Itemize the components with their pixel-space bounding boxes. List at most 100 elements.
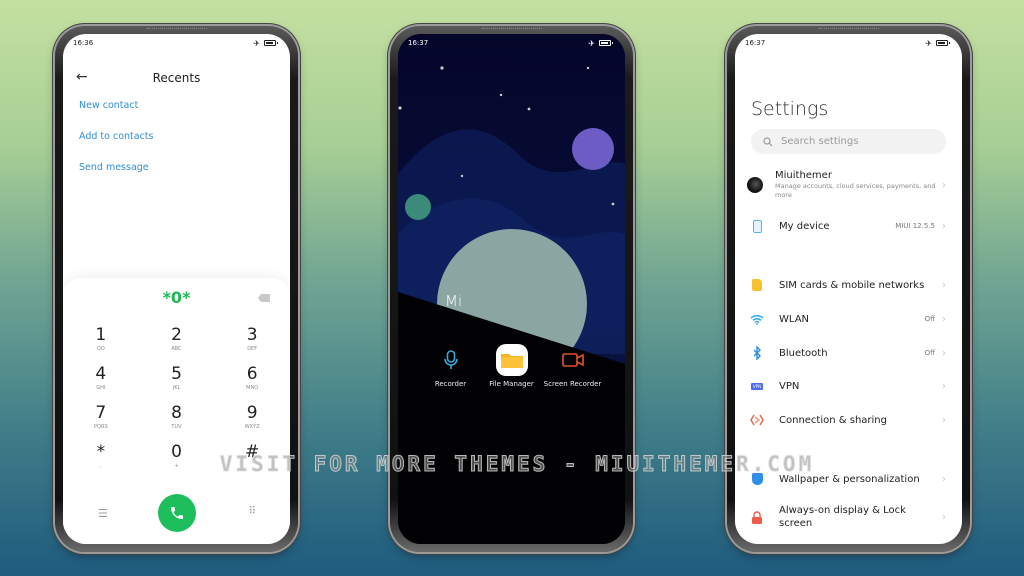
settings-vpn[interactable]: VPN VPN ›	[735, 378, 962, 394]
settings-always-on-display[interactable]: Always-on display & Lock screen ›	[735, 504, 962, 530]
chevron-right-icon: ›	[942, 380, 946, 392]
bluetooth-icon	[749, 345, 765, 361]
key-letters: +	[174, 463, 179, 469]
speaker-grille	[481, 28, 542, 30]
chevron-right-icon: ›	[942, 279, 946, 291]
airplane-mode-icon: ✈	[253, 38, 260, 48]
vpn-icon: VPN	[749, 378, 765, 394]
setting-label: Wallpaper & personalization	[779, 473, 920, 485]
airplane-mode-icon: ✈	[588, 38, 595, 48]
settings-my-device[interactable]: My device MIUI 12.5.5 ›	[735, 218, 962, 234]
quick-app-label: File Manager	[489, 380, 534, 388]
dial-key-2[interactable]: 2 ABC	[139, 326, 215, 352]
star	[586, 66, 590, 70]
speaker-grille	[146, 28, 207, 30]
call-button[interactable]	[157, 494, 196, 532]
key-digit: 4	[95, 364, 107, 384]
settings-wallpaper[interactable]: Wallpaper & personalization ›	[735, 471, 962, 487]
setting-value: MIUI 12.5.5	[895, 222, 935, 230]
status-bar: 16:37 ✈	[735, 34, 962, 52]
quick-app-label: Screen Recorder	[543, 380, 602, 388]
dial-key-4[interactable]: 4 GHI	[63, 365, 139, 391]
quick-app-recorder[interactable]: Recorder	[421, 344, 481, 389]
status-time: 16:37	[408, 39, 429, 47]
send-message-link[interactable]: Send message	[79, 162, 149, 173]
settings-wlan[interactable]: WLAN Off ›	[735, 311, 962, 327]
status-bar: 16:37 ✈	[398, 34, 625, 52]
sim-card-icon	[749, 277, 765, 293]
key-digit: 6	[246, 364, 258, 384]
settings-sim-cards[interactable]: SIM cards & mobile networks ›	[735, 277, 962, 293]
planet-purple	[572, 128, 614, 170]
menu-icon[interactable]: ☰	[98, 507, 108, 520]
avatar	[747, 177, 763, 193]
star	[527, 107, 531, 111]
settings-bluetooth[interactable]: Bluetooth Off ›	[735, 345, 962, 361]
setting-label: Connection & sharing	[779, 414, 887, 426]
key-letters: MNO	[246, 385, 259, 391]
key-digit: 9	[246, 403, 258, 423]
search-input[interactable]: Search settings	[751, 129, 946, 154]
folder-icon	[495, 344, 528, 376]
account-name: Miuithemer	[775, 170, 832, 181]
setting-value: Off	[924, 349, 935, 357]
setting-value: Off	[924, 315, 935, 323]
setting-label: Always-on display & Lock screen	[779, 505, 906, 529]
brand-label: Mi	[445, 292, 463, 310]
dial-key-7[interactable]: 7 PQRS	[63, 404, 139, 430]
key-letters: GHI	[96, 385, 106, 391]
dial-key-5[interactable]: 5 JKL	[139, 365, 215, 391]
dial-key-9[interactable]: 9 WXYZ	[214, 404, 290, 430]
add-to-contacts-link[interactable]: Add to contacts	[79, 131, 153, 142]
dial-key-6[interactable]: 6 MNO	[214, 365, 290, 391]
battery-icon	[599, 40, 613, 46]
setting-label: VPN	[779, 380, 800, 392]
key-letters: JKL	[172, 385, 181, 391]
key-letters	[214, 463, 290, 469]
star	[398, 106, 402, 110]
dial-key-1[interactable]: 1 QO	[63, 326, 139, 352]
airplane-mode-icon: ✈	[925, 38, 932, 48]
key-digit: 2	[171, 325, 182, 345]
wifi-icon	[749, 311, 765, 327]
search-icon	[763, 136, 773, 146]
key-digit: *	[96, 442, 106, 462]
dial-key-3[interactable]: 3 DEF	[214, 326, 290, 352]
star	[611, 202, 615, 206]
key-digit: 3	[246, 325, 258, 345]
key-letters: ,	[100, 463, 102, 469]
quick-app-screen-recorder[interactable]: Screen Recorder	[543, 344, 603, 389]
quick-app-file-manager[interactable]: File Manager	[482, 344, 542, 389]
status-time: 16:37	[745, 39, 766, 47]
settings-connection-sharing[interactable]: Connection & sharing ›	[735, 412, 962, 428]
key-digit: 1	[95, 325, 107, 345]
settings-account[interactable]: Miuithemer Manage accounts, cloud servic…	[735, 170, 962, 200]
key-letters: TUV	[171, 424, 182, 430]
dial-key-star[interactable]: *,	[63, 443, 139, 469]
setting-label: SIM cards & mobile networks	[779, 279, 925, 291]
key-digit: #	[245, 442, 260, 462]
key-letters: ABC	[171, 346, 182, 352]
lockscreen-screen: 16:37 ✈ Mi Recorder File Manager Screen …	[398, 34, 625, 544]
dial-key-8[interactable]: 8 TUV	[139, 404, 215, 430]
dial-display[interactable]: *0*	[63, 288, 290, 307]
planet-teal	[405, 194, 431, 220]
dial-key-0[interactable]: 0 +	[139, 443, 215, 469]
setting-label: WLAN	[779, 313, 810, 325]
page-title: Settings	[751, 98, 829, 120]
keypad-icon[interactable]: ⠿	[249, 506, 256, 517]
new-contact-link[interactable]: New contact	[79, 100, 138, 111]
wallpaper-icon	[749, 471, 765, 487]
chevron-right-icon: ›	[942, 414, 946, 426]
status-bar: 16:36 ✈	[63, 34, 290, 52]
star	[460, 174, 464, 178]
key-digit: 5	[171, 364, 182, 384]
dial-key-hash[interactable]: #	[214, 443, 290, 469]
key-letters: WXYZ	[244, 424, 260, 430]
quick-apps: Recorder File Manager Screen Recorder	[398, 344, 625, 389]
connection-sharing-icon	[749, 412, 765, 428]
speaker-grille	[818, 28, 879, 30]
chevron-right-icon: ›	[942, 511, 946, 523]
wallpaper-scene	[398, 34, 625, 544]
page-title: Recents	[152, 71, 201, 85]
